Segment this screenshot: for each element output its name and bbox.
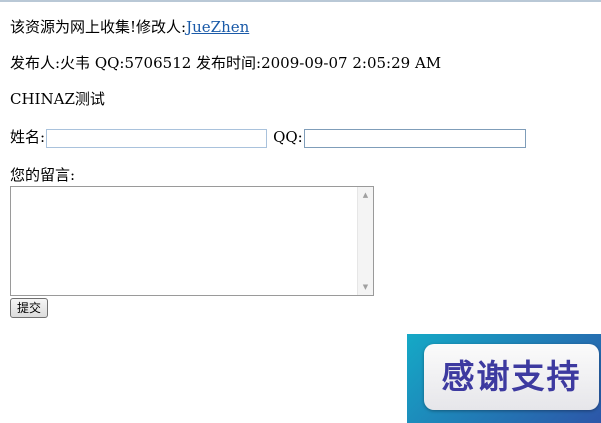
message-textarea[interactable]: ▲ ▼ [10,186,374,296]
scroll-down-icon[interactable]: ▼ [358,280,373,294]
message-label: 您的留言: [10,166,76,184]
modifier-link[interactable]: JueZhen [186,18,249,36]
message-scrollbar[interactable]: ▲ ▼ [357,187,373,295]
site-text: CHINAZ测试 [10,90,105,108]
guestbook-page: 该资源为网上收集!修改人:JueZhen 发布人:火韦 QQ:5706512 发… [0,0,601,423]
support-banner-label: 感谢支持 [424,344,599,410]
support-banner[interactable]: 感谢支持 [407,334,601,423]
publish-info: 发布人:火韦 QQ:5706512 发布时间:2009-09-07 2:05:2… [10,54,442,72]
name-input[interactable] [46,128,268,148]
name-label: 姓名: [10,128,46,146]
notice-line: 该资源为网上收集!修改人:JueZhen [10,18,249,36]
top-divider [0,0,601,2]
name-qq-row: 姓名: QQ: [10,128,526,148]
scroll-up-icon[interactable]: ▲ [358,188,373,202]
qq-input[interactable] [303,128,526,148]
notice-text: 该资源为网上收集!修改人: [10,18,187,36]
qq-label: QQ: [273,128,303,146]
submit-button[interactable]: 提交 [10,298,48,318]
